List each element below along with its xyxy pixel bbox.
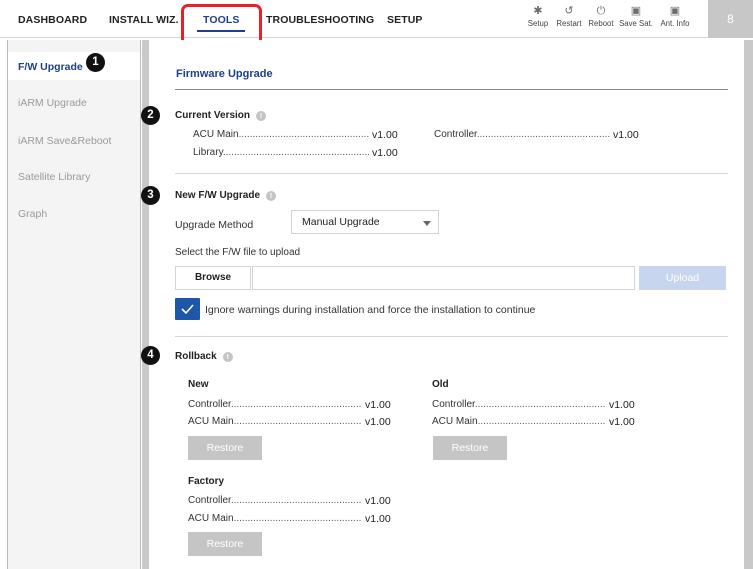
force-install-checkbox[interactable] xyxy=(175,298,200,320)
setup-label: Setup xyxy=(527,19,549,28)
upgrade-method-value: Manual Upgrade xyxy=(302,216,380,228)
antenna-info-label: Ant. Info xyxy=(660,19,690,28)
antenna-info-button[interactable]: ▣ Ant. Info xyxy=(657,3,693,28)
callout-marker-4: 4 xyxy=(141,346,160,365)
controller-label: Controller xyxy=(188,399,231,410)
select-file-label: Select the F/W file to upload xyxy=(175,247,301,258)
leader-dots: ........................................… xyxy=(476,129,610,140)
new-acu-main-version: v1.00 xyxy=(365,416,391,428)
save-icon: ▣ xyxy=(630,5,642,17)
checkmark-icon xyxy=(181,304,194,314)
acu-main-label: ACU Main xyxy=(188,513,234,524)
info-icon[interactable]: ! xyxy=(256,111,267,121)
library-version-row: Library.................................… xyxy=(193,147,369,158)
info-icon[interactable]: ! xyxy=(266,191,277,201)
browse-button[interactable]: Browse xyxy=(175,266,251,290)
rollback-new-heading: New xyxy=(188,379,209,390)
controller-label: Controller xyxy=(434,129,477,140)
save-sat-button[interactable]: ▣ Save Sat. xyxy=(618,3,654,28)
current-version-label: Current Version xyxy=(175,110,251,121)
current-version-heading: Current Version! xyxy=(175,110,267,121)
leader-dots: ........................................… xyxy=(477,416,606,427)
section-divider xyxy=(175,173,728,174)
controller-version: v1.00 xyxy=(613,129,639,141)
new-acu-main-row: ACU Main................................… xyxy=(188,416,362,427)
right-scroll-rail[interactable] xyxy=(744,40,753,569)
tab-install-wizard[interactable]: INSTALL WIZ. xyxy=(109,0,179,38)
restart-icon: ↺ xyxy=(564,5,574,17)
user-lock-button[interactable]: 8 xyxy=(708,0,753,38)
new-controller-row: Controller..............................… xyxy=(188,399,362,410)
info-icon[interactable]: ! xyxy=(222,352,233,362)
controller-version-row: Controller..............................… xyxy=(434,129,610,140)
tab-dashboard[interactable]: DASHBOARD xyxy=(18,0,87,38)
upgrade-method-label: Upgrade Method xyxy=(175,219,254,231)
old-controller-row: Controller..............................… xyxy=(432,399,606,410)
leader-dots: ........................................… xyxy=(474,399,606,410)
antenna-info-icon: ▣ xyxy=(669,5,681,17)
reboot-label: Reboot xyxy=(588,19,614,28)
page-title: Firmware Upgrade xyxy=(176,68,273,80)
save-sat-label: Save Sat. xyxy=(619,19,653,28)
old-acu-main-version: v1.00 xyxy=(609,416,635,428)
factory-acu-main-row: ACU Main................................… xyxy=(188,513,362,524)
user-icon: 8 xyxy=(727,12,734,26)
acu-main-label: ACU Main xyxy=(188,416,234,427)
callout-marker-2: 2 xyxy=(141,106,160,125)
acu-main-label: ACU Main xyxy=(193,129,239,140)
restore-factory-button[interactable]: Restore xyxy=(188,532,262,556)
restart-label: Restart xyxy=(556,19,582,28)
factory-controller-version: v1.00 xyxy=(365,495,391,507)
factory-acu-main-version: v1.00 xyxy=(365,513,391,525)
library-label: Library xyxy=(193,147,223,158)
rollback-old-heading: Old xyxy=(432,379,449,390)
acu-main-version: v1.00 xyxy=(372,129,398,141)
top-navigation-bar: DASHBOARD INSTALL WIZ. TOOLS TROUBLESHOO… xyxy=(0,0,753,38)
sidebar-item-fw-upgrade[interactable]: F/W Upgrade xyxy=(18,61,83,73)
restore-old-button[interactable]: Restore xyxy=(433,436,507,460)
callout-marker-1: 1 xyxy=(86,53,105,72)
gear-icon: ✱ xyxy=(533,5,543,17)
setup-button[interactable]: ✱ Setup xyxy=(527,3,549,28)
tab-troubleshooting[interactable]: TROUBLESHOOTING xyxy=(266,0,374,38)
power-icon: ⏻ xyxy=(596,5,606,17)
chevron-down-icon xyxy=(423,221,431,226)
title-divider xyxy=(175,89,728,90)
new-upgrade-heading: New F/W Upgrade! xyxy=(175,190,277,201)
controller-label: Controller xyxy=(188,495,231,506)
reboot-button[interactable]: ⏻ Reboot xyxy=(587,3,615,28)
restore-new-button[interactable]: Restore xyxy=(188,436,262,460)
upgrade-method-select[interactable]: Manual Upgrade xyxy=(291,210,439,234)
sidebar-item-iarm-save-reboot[interactable]: iARM Save&Reboot xyxy=(18,135,111,147)
leader-dots: ........................................… xyxy=(230,399,362,410)
old-controller-version: v1.00 xyxy=(609,399,635,411)
sidebar-item-graph[interactable]: Graph xyxy=(18,208,47,220)
new-controller-version: v1.00 xyxy=(365,399,391,411)
tab-setup[interactable]: SETUP xyxy=(387,0,423,38)
rollback-label: Rollback xyxy=(175,351,217,362)
leader-dots: ........................................… xyxy=(233,416,362,427)
file-path-field[interactable] xyxy=(252,266,635,290)
leader-dots: ........................................… xyxy=(238,129,369,140)
upload-button[interactable]: Upload xyxy=(639,266,726,290)
rollback-factory-heading: Factory xyxy=(188,476,225,487)
leader-dots: ........................................… xyxy=(230,495,362,506)
library-version: v1.00 xyxy=(372,147,398,159)
acu-main-label: ACU Main xyxy=(432,416,478,427)
sidebar: F/W Upgrade iARM Upgrade iARM Save&Reboo… xyxy=(7,40,141,569)
old-acu-main-row: ACU Main................................… xyxy=(432,416,606,427)
controller-label: Controller xyxy=(432,399,475,410)
sidebar-item-iarm-upgrade[interactable]: iARM Upgrade xyxy=(18,97,87,109)
sidebar-item-satellite-library[interactable]: Satellite Library xyxy=(18,171,90,183)
leader-dots: ........................................… xyxy=(233,513,362,524)
factory-controller-row: Controller..............................… xyxy=(188,495,362,506)
leader-dots: ........................................… xyxy=(222,147,369,158)
restart-button[interactable]: ↺ Restart xyxy=(553,3,585,28)
rollback-heading: Rollback! xyxy=(175,351,233,362)
new-upgrade-label: New F/W Upgrade xyxy=(175,190,261,201)
acu-main-version-row: ACU Main................................… xyxy=(193,129,369,140)
callout-marker-3: 3 xyxy=(141,186,160,205)
force-install-label: Ignore warnings during installation and … xyxy=(205,304,536,316)
section-divider xyxy=(175,336,728,337)
